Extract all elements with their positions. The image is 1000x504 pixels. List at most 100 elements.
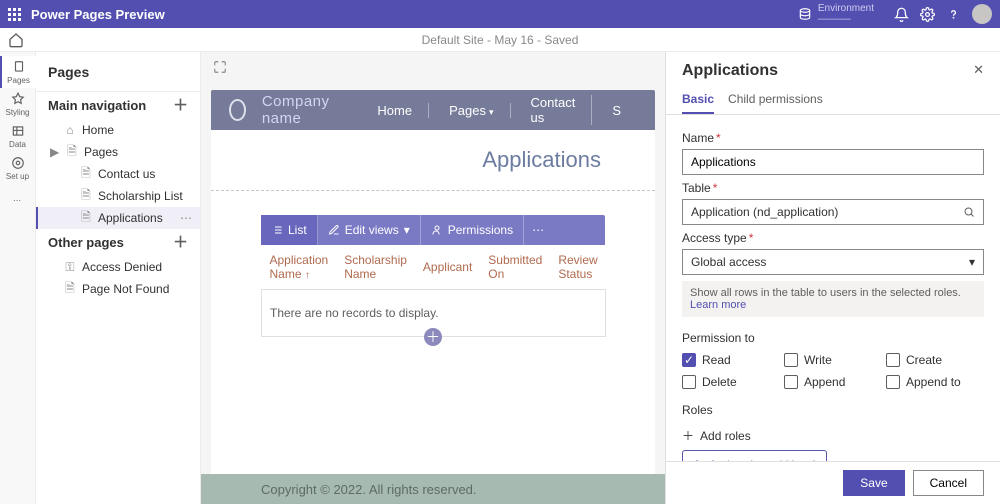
perm-append[interactable]: Append	[784, 375, 882, 389]
tree-access-denied-label: Access Denied	[82, 260, 162, 274]
tree-applications-label: Applications	[98, 211, 163, 225]
chevron-right-icon[interactable]: ▶	[50, 145, 60, 159]
add-roles-button[interactable]: ＋ Add roles	[682, 421, 984, 450]
nav-home[interactable]: Home	[373, 103, 429, 118]
permission-to-label: Permission to	[682, 331, 984, 345]
access-type-select[interactable]: Global access ▾	[682, 249, 984, 275]
site-logo[interactable]	[229, 99, 246, 121]
people-icon	[691, 459, 703, 461]
rail-setup[interactable]: Set up	[0, 152, 36, 184]
access-type-info: Show all rows in the table to users in t…	[682, 281, 984, 317]
add-page-icon[interactable]: ＋	[173, 98, 188, 113]
tab-child-permissions[interactable]: Child permissions	[728, 86, 823, 114]
applications-table: Application Name ↑ Scholarship Name Appl…	[261, 245, 606, 337]
rail-pages-label: Pages	[7, 76, 30, 85]
perm-delete-label: Delete	[702, 375, 737, 389]
learn-more-link[interactable]: Learn more	[690, 299, 746, 311]
permission-grid: ✓Read Write Create Delete Append Append …	[682, 353, 984, 389]
status-text: Default Site - May 16 - Saved	[24, 33, 976, 47]
permissions-panel: Applications ✕ Basic Child permissions N…	[665, 52, 1000, 504]
home-icon[interactable]	[8, 32, 24, 48]
col-app-name[interactable]: Application Name ↑	[262, 245, 337, 290]
user-avatar[interactable]	[972, 4, 992, 24]
table-lookup[interactable]: Application (nd_application)	[682, 199, 984, 225]
col-submitted[interactable]: Submitted On	[480, 245, 550, 290]
nav-contact[interactable]: Contact us	[527, 95, 593, 125]
tab-basic[interactable]: Basic	[682, 86, 714, 114]
perm-write[interactable]: Write	[784, 353, 882, 367]
col-applicant[interactable]: Applicant	[415, 245, 480, 290]
tree-applications[interactable]: 🗎 Applications ⋯	[36, 207, 200, 229]
page-icon: 🗎	[80, 168, 92, 180]
col-app-name-label: Application Name	[270, 253, 329, 281]
perm-delete[interactable]: Delete	[682, 375, 780, 389]
rail-pages[interactable]: Pages	[0, 56, 36, 88]
tree-access-denied[interactable]: ⚿ Access Denied	[36, 256, 200, 278]
perm-read[interactable]: ✓Read	[682, 353, 780, 367]
rail-styling-label: Styling	[5, 108, 29, 117]
chevron-down-icon: ▾	[969, 255, 975, 269]
col-scholarship[interactable]: Scholarship Name	[336, 245, 415, 290]
rail-data-label: Data	[9, 140, 26, 149]
col-review-status[interactable]: Review Status	[550, 245, 605, 290]
perm-create-label: Create	[906, 353, 942, 367]
environment-picker[interactable]: Environment ———	[818, 4, 874, 25]
tree-item-menu-icon[interactable]: ⋯	[180, 211, 192, 225]
rail-data[interactable]: Data	[0, 120, 36, 152]
name-label: Name*	[682, 131, 984, 145]
list-toolbar: List Edit views ▾ Permissions ⋯	[261, 215, 605, 245]
tree-contact-label: Contact us	[98, 167, 155, 181]
nav-pages-label: Pages	[449, 103, 486, 118]
tree-not-found[interactable]: 🗎 Page Not Found	[36, 278, 200, 300]
tree-pages[interactable]: ▶ 🗎 Pages	[36, 141, 200, 163]
tree-home-label: Home	[82, 123, 114, 137]
role-chip-menu-icon[interactable]: ⋮	[808, 458, 820, 461]
add-other-page-icon[interactable]: ＋	[173, 235, 188, 250]
perm-create[interactable]: Create	[886, 353, 984, 367]
role-chip-label: Authenticated Users	[709, 458, 817, 461]
list-button[interactable]: List	[261, 215, 318, 245]
page-heading: Applications	[482, 147, 601, 173]
help-icon[interactable]	[940, 1, 966, 27]
main-nav-header: Main navigation ＋	[36, 92, 200, 119]
other-pages-header: Other pages ＋	[36, 229, 200, 256]
perm-append-to-label: Append to	[906, 375, 961, 389]
tree-contact[interactable]: 🗎 Contact us	[36, 163, 200, 185]
perm-append-to[interactable]: Append to	[886, 375, 984, 389]
add-section-icon[interactable]: ＋	[424, 328, 442, 346]
checkbox-checked-icon: ✓	[682, 353, 696, 367]
add-roles-label: Add roles	[700, 429, 751, 443]
table-lookup-value: Application (nd_application)	[691, 205, 838, 219]
access-type-value: Global access	[691, 255, 766, 269]
plus-icon: ＋	[682, 427, 694, 444]
page-icon: 🗎	[80, 190, 92, 202]
rail-more[interactable]: ⋯	[0, 184, 36, 216]
site-body: Applications List Edit views ▾	[211, 130, 655, 504]
save-button[interactable]: Save	[843, 470, 904, 496]
settings-icon[interactable]	[914, 1, 940, 27]
tree-home[interactable]: ⌂ Home	[36, 119, 200, 141]
page-icon: 🗎	[66, 146, 78, 158]
canvas-area: Company name Home Pages▾ Contact us S Ap…	[201, 52, 665, 504]
role-chip-authenticated[interactable]: Authenticated Users ⋮	[682, 450, 827, 461]
name-input[interactable]	[682, 149, 984, 175]
search-icon	[963, 206, 975, 218]
waffle-icon[interactable]	[8, 8, 21, 21]
notifications-icon[interactable]	[888, 1, 914, 27]
nav-pages[interactable]: Pages▾	[445, 103, 510, 118]
suite-header: Power Pages Preview Environment ———	[0, 0, 1000, 28]
nav-more[interactable]: S	[608, 103, 637, 118]
close-icon[interactable]: ✕	[973, 62, 984, 78]
cancel-button[interactable]: Cancel	[913, 470, 984, 496]
permissions-button[interactable]: Permissions	[421, 215, 524, 245]
perm-append-label: Append	[804, 375, 845, 389]
tree-scholarship[interactable]: 🗎 Scholarship List	[36, 185, 200, 207]
tree-pages-label: Pages	[84, 145, 118, 159]
edit-views-button[interactable]: Edit views ▾	[318, 215, 421, 245]
checkbox-icon	[682, 375, 696, 389]
design-rail: Pages Styling Data Set up ⋯	[0, 52, 36, 504]
toolbar-overflow[interactable]: ⋯	[524, 215, 552, 245]
rail-styling[interactable]: Styling	[0, 88, 36, 120]
panel-tabs: Basic Child permissions	[666, 86, 1000, 115]
chevron-down-icon: ▾	[404, 223, 410, 237]
